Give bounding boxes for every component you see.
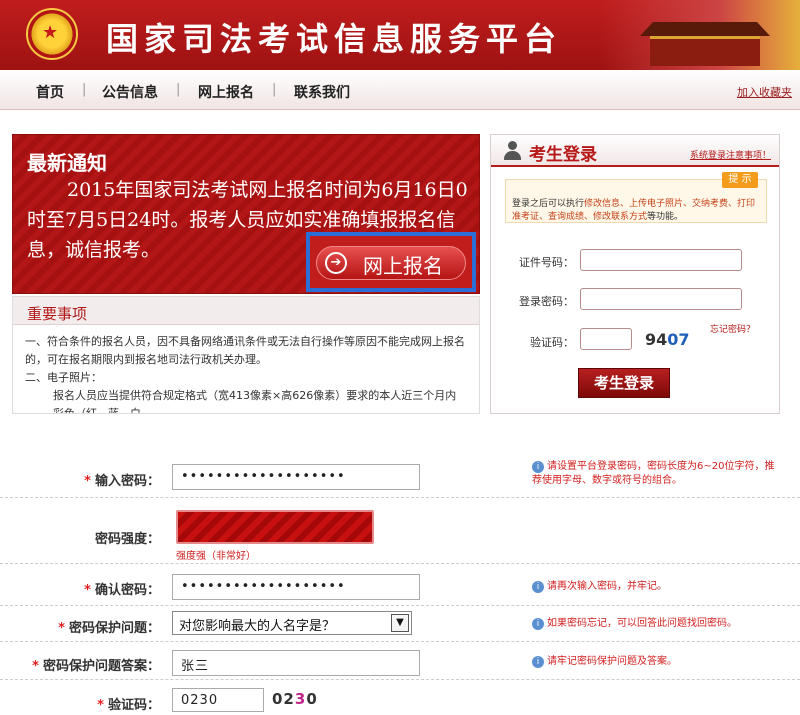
- info-circle-icon: i: [532, 618, 544, 630]
- tiananmen-image: [600, 0, 800, 70]
- captcha-label: * 验证码：: [97, 694, 160, 713]
- important-body: 一、符合条件的报名人员，因不具备网络通讯条件或无法自行操作等原因不能完成网上报名…: [13, 325, 479, 414]
- confirm-password-label: * 确认密码：: [84, 579, 160, 598]
- national-emblem-icon: ★: [26, 8, 78, 60]
- question-hint: i 如果密码忘记，可以回答此问题找回密码。: [532, 617, 737, 631]
- security-question-select[interactable]: 对您影响最大的人名字是？ ▼: [172, 611, 412, 635]
- captcha-digits: 94: [645, 330, 668, 349]
- id-number-label: 证件号码：: [519, 256, 574, 269]
- main-nav: 首页 | 公告信息 | 网上报名 | 联系我们 加入收藏夹: [0, 70, 800, 110]
- info-circle-icon: i: [532, 656, 544, 668]
- site-banner: ★ 国家司法考试信息服务平台: [0, 0, 800, 70]
- password-label: * 输入密码：: [84, 470, 160, 489]
- answer-hint: i 请牢记密码保护问题及答案。: [532, 655, 677, 669]
- nav-contact[interactable]: 联系我们: [294, 82, 350, 102]
- captcha-digits: 0: [306, 690, 318, 708]
- confirm-label-text: 确认密码：: [94, 583, 160, 598]
- captcha-digits: 3: [294, 690, 307, 708]
- login-tip-box: 提 示 登录之后可以执行修改信息、上传电子照片、交纳考费、打印准考证、查询成绩、…: [505, 172, 767, 223]
- id-number-input[interactable]: [580, 249, 742, 271]
- security-answer-label: * 密码保护问题答案：: [32, 655, 160, 674]
- chevron-down-icon[interactable]: ▼: [391, 614, 409, 632]
- answer-hint-text: 请牢记密码保护问题及答案。: [547, 656, 677, 667]
- strength-label: 密码强度：: [94, 532, 160, 547]
- info-circle-icon: i: [532, 461, 544, 473]
- captcha-image[interactable]: 0230: [272, 690, 318, 708]
- required-mark: *: [84, 474, 91, 489]
- login-header: 考生登录 系统登录注意事项！: [491, 135, 779, 167]
- password-input[interactable]: •••••••••••••••••••: [172, 464, 420, 490]
- security-answer-input[interactable]: 张三: [172, 650, 420, 676]
- nav-announcements[interactable]: 公告信息: [102, 82, 158, 102]
- tip-prefix: 登录之后可以执行: [512, 199, 585, 209]
- selected-question: 对您影响最大的人名字是？: [179, 619, 336, 634]
- login-title: 考生登录: [529, 145, 597, 165]
- question-hint-text: 如果密码忘记，可以回答此问题找回密码。: [547, 618, 737, 629]
- arrow-right-circle-icon: ➔: [325, 252, 347, 274]
- captcha-digits: 07: [667, 330, 690, 349]
- important-line: 二、电子照片：: [25, 371, 102, 384]
- candidate-login-button[interactable]: 考生登录: [578, 368, 670, 398]
- important-title: 重要事项: [13, 297, 479, 325]
- important-line: 一、符合条件的报名人员，因不具备网络通讯条件或无法自行操作等原因不能完成网上报名…: [25, 335, 465, 366]
- important-line: 报名人员应当提供符合规定格式（宽413像素×高626像素）要求的本人近三个月内彩…: [53, 389, 457, 414]
- password-strength-meter: [176, 510, 374, 544]
- captcha-digits: 02: [272, 690, 295, 708]
- site-title: 国家司法考试信息服务平台: [106, 20, 563, 58]
- confirm-hint-text: 请再次输入密码，并牢记。: [547, 581, 667, 592]
- nav-separator: |: [272, 82, 277, 97]
- add-favorite-link[interactable]: 加入收藏夹: [737, 84, 792, 100]
- password-hint-text: 请设置平台登录密码，密码长度为6~20位字符，推荐使用字母、数字或符号的组合。: [532, 461, 775, 486]
- confirm-hint: i 请再次输入密码，并牢记。: [532, 580, 667, 594]
- login-captcha-label: 验证码：: [530, 336, 574, 349]
- required-mark: *: [84, 583, 91, 598]
- question-label-text: 密码保护问题：: [68, 621, 160, 636]
- captcha-input[interactable]: 0230: [172, 688, 264, 712]
- nav-home[interactable]: 首页: [36, 82, 64, 102]
- user-icon: [503, 141, 521, 161]
- login-captcha-image[interactable]: 9407: [645, 330, 690, 349]
- notice-title: 最新通知: [27, 151, 107, 175]
- registration-label: 网上报名: [363, 254, 443, 278]
- info-circle-icon: i: [532, 581, 544, 593]
- nav-separator: |: [82, 82, 87, 97]
- required-mark: *: [32, 659, 39, 674]
- login-password-input[interactable]: [580, 288, 742, 310]
- security-question-label: * 密码保护问题：: [58, 617, 160, 636]
- captcha-label-text: 验证码：: [107, 698, 160, 713]
- login-captcha-input[interactable]: [580, 328, 632, 350]
- gate-roof: [640, 22, 770, 36]
- tip-badge: 提 示: [722, 172, 758, 188]
- registration-pill: ➔ 网上报名: [316, 246, 466, 280]
- forgot-password-link[interactable]: 忘记密码？: [710, 322, 755, 335]
- gate-body: [650, 36, 760, 66]
- tip-suffix: 等功能。: [647, 212, 684, 222]
- password-label-text: 输入密码：: [94, 474, 160, 489]
- answer-label-text: 密码保护问题答案：: [42, 659, 160, 674]
- online-registration-button[interactable]: ➔ 网上报名: [306, 232, 476, 292]
- login-password-label: 登录密码：: [519, 295, 574, 308]
- nav-separator: |: [176, 82, 181, 97]
- confirm-password-input[interactable]: •••••••••••••••••••: [172, 574, 420, 600]
- important-items-panel: 重要事项 一、符合条件的报名人员，因不具备网络通讯条件或无法自行操作等原因不能完…: [12, 296, 480, 414]
- required-mark: *: [97, 698, 104, 713]
- login-notes-link[interactable]: 系统登录注意事项！: [690, 148, 771, 161]
- strength-value: 强度强（非常好）: [176, 551, 256, 562]
- required-mark: *: [58, 621, 65, 636]
- password-hint: i 请设置平台登录密码，密码长度为6~20位字符，推荐使用字母、数字或符号的组合。: [532, 460, 782, 488]
- nav-online-registration[interactable]: 网上报名: [198, 82, 254, 102]
